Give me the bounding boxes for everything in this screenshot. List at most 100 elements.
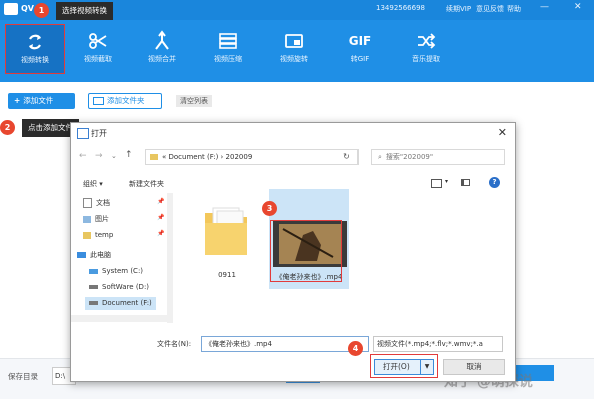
drive-icon [89, 285, 98, 289]
minimize-icon[interactable]: — [540, 2, 549, 12]
pin-icon[interactable]: 📌 [157, 214, 164, 221]
file-name-label: 文件名(N): [157, 340, 192, 348]
clear-list-button[interactable]: 清空列表 [176, 95, 212, 107]
add-folder-button[interactable]: 添加文件夹 [88, 93, 162, 109]
nav-item-drive-f[interactable]: Document (F:) [85, 297, 156, 310]
tool-to-gif[interactable]: GIF 转GIF [330, 24, 390, 74]
tool-video-merge[interactable]: 视频合并 [132, 24, 192, 74]
pin-icon[interactable]: 📌 [157, 230, 164, 237]
file-item-label: 0911 [218, 271, 236, 279]
callout-tip-1: 选择视频转换 [56, 2, 113, 20]
nav-item-drive-d[interactable]: SoftWare (D:) [89, 281, 149, 294]
tool-label: 音乐提取 [412, 55, 440, 63]
back-arrow-icon[interactable]: ← [79, 151, 87, 161]
organize-button[interactable]: 组织 ▾ [83, 179, 103, 189]
pin-icon[interactable]: 📌 [157, 198, 164, 205]
callout-badge-3: 3 [262, 201, 277, 216]
help-link[interactable]: 帮助 [507, 4, 521, 14]
close-icon[interactable]: ✕ [574, 2, 582, 12]
folder-icon [150, 154, 158, 160]
breadcrumb: « Document (F:) › 202009 [162, 153, 253, 161]
compress-icon [198, 30, 258, 52]
tool-video-compress[interactable]: 视频压缩 [198, 24, 258, 74]
nav-item-label: 图片 [95, 215, 109, 223]
nav-item-drive-c[interactable]: System (C:) [89, 265, 143, 278]
highlight-box-open-button [370, 354, 438, 378]
view-mode-icon[interactable] [431, 179, 442, 188]
close-icon[interactable]: ✕ [498, 126, 507, 139]
scissors-icon [68, 30, 128, 52]
tool-label: 视频压缩 [214, 55, 242, 63]
picture-icon [83, 215, 91, 223]
tool-label: 视频转换 [21, 56, 49, 64]
address-bar[interactable]: « Document (F:) › 202009 [145, 149, 359, 165]
nav-item-label: 文档 [96, 199, 110, 207]
add-folder-label: 添加文件夹 [107, 96, 145, 105]
chevron-down-icon[interactable]: ⌄ [111, 152, 117, 160]
rotate-screen-icon [264, 30, 324, 52]
highlight-box-video-file [270, 220, 342, 282]
tool-label: 视频截取 [84, 55, 112, 63]
nav-item-label: System (C:) [102, 267, 144, 275]
window-icon [77, 128, 89, 139]
file-type-select[interactable]: 视频文件(*.mp4;*.flv;*.wmv;*.a [373, 336, 503, 352]
feedback-link[interactable]: 意见反馈 [476, 4, 504, 14]
navigation-row: ← → ⌄ ↑ « Document (F:) › 202009 ↻ ⌕ 搜索"2… [71, 147, 515, 167]
refresh-icon[interactable]: ↻ [336, 149, 358, 165]
shuffle-icon [396, 30, 456, 52]
drive-icon [89, 301, 98, 305]
windows-drive-icon [89, 268, 98, 274]
nav-item-label: Document (F:) [102, 299, 152, 307]
tool-label: 视频旋转 [280, 55, 308, 63]
nav-item-label: SoftWare (D:) [102, 283, 150, 291]
search-input[interactable]: ⌕ 搜索"202009" [371, 149, 505, 165]
dialog-title-bar: 打开 ✕ [71, 123, 515, 143]
tool-video-convert[interactable]: 视频转换 [5, 24, 65, 74]
refresh-arrows-icon [6, 31, 64, 53]
callout-badge-1: 1 [34, 3, 49, 18]
tool-audio-extract[interactable]: 音乐提取 [396, 24, 456, 74]
navigation-pane: 文档 📌 图片 📌 temp 📌 此电脑 System (C:) SoftWar… [71, 193, 170, 323]
up-arrow-icon[interactable]: ↑ [125, 150, 133, 160]
file-name-input[interactable]: 《俺老孙来也》.mp4 [201, 336, 369, 352]
chevron-down-icon[interactable]: ▾ [445, 178, 448, 185]
nav-item-temp[interactable]: temp [83, 229, 113, 242]
account-label[interactable]: 13492566698 [376, 4, 425, 12]
nav-item-documents[interactable]: 文档 [83, 197, 110, 210]
help-icon[interactable]: ? [489, 177, 500, 188]
plus-icon: + [14, 96, 21, 105]
folder-icon [205, 207, 247, 255]
app-logo-icon [4, 3, 18, 15]
save-dir-label: 保存目录 [8, 372, 38, 381]
document-icon [83, 198, 92, 208]
dialog-title: 打开 [91, 129, 107, 138]
file-list: 0911 《俺老孙来也》.mp4 [175, 189, 509, 323]
tool-label: 转GIF [350, 55, 370, 63]
preview-pane-icon[interactable] [461, 179, 470, 186]
gif-icon: GIF [348, 34, 372, 48]
tool-video-rotate[interactable]: 视频旋转 [264, 24, 324, 74]
vertical-scrollbar[interactable] [167, 193, 173, 323]
add-file-button[interactable]: + 添加文件 [8, 93, 75, 109]
merge-arrow-icon [132, 30, 192, 52]
folder-icon [93, 97, 104, 105]
nav-item-this-pc[interactable]: 此电脑 [77, 249, 111, 262]
callout-badge-2: 2 [0, 120, 15, 135]
file-item-folder[interactable]: 0911 [195, 201, 259, 287]
computer-icon [77, 252, 86, 258]
search-placeholder: 搜索"202009" [385, 153, 434, 161]
callout-badge-4: 4 [348, 341, 363, 356]
app-title: QV [21, 4, 34, 13]
search-icon: ⌕ [378, 153, 382, 161]
add-file-label: 添加文件 [23, 96, 54, 105]
folder-icon [83, 231, 91, 239]
horizontal-scrollbar[interactable] [71, 315, 167, 322]
renew-vip-link[interactable]: 续期VIP [446, 4, 471, 14]
nav-item-label: temp [95, 231, 114, 239]
nav-item-pictures[interactable]: 图片 [83, 213, 109, 226]
forward-arrow-icon[interactable]: → [95, 151, 103, 161]
new-folder-button[interactable]: 新建文件夹 [129, 179, 164, 189]
tool-video-trim[interactable]: 视频截取 [68, 24, 128, 74]
cancel-button[interactable]: 取消 [443, 359, 505, 375]
tool-label: 视频合并 [148, 55, 176, 63]
